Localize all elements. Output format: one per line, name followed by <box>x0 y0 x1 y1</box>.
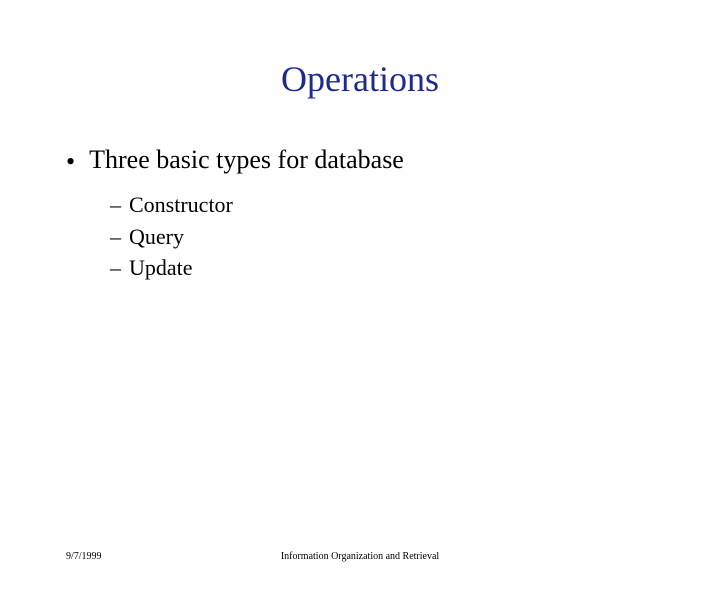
sub-list: – Constructor – Query – Update <box>66 191 720 282</box>
list-item: – Query <box>110 223 720 251</box>
list-item: – Constructor <box>110 191 720 219</box>
slide-content: • Three basic types for database – Const… <box>0 144 720 282</box>
main-bullet-text: Three basic types for database <box>89 144 404 175</box>
bullet-icon: • <box>66 144 75 177</box>
dash-icon: – <box>110 191 121 219</box>
sub-item-text: Update <box>129 254 193 282</box>
sub-item-text: Constructor <box>129 191 233 219</box>
footer-title: Information Organization and Retrieval <box>0 551 720 562</box>
main-bullet: • Three basic types for database <box>66 144 720 177</box>
slide-container: Operations • Three basic types for datab… <box>0 58 720 598</box>
dash-icon: – <box>110 223 121 251</box>
list-item: – Update <box>110 254 720 282</box>
sub-item-text: Query <box>129 223 184 251</box>
dash-icon: – <box>110 254 121 282</box>
slide-title: Operations <box>0 58 720 100</box>
